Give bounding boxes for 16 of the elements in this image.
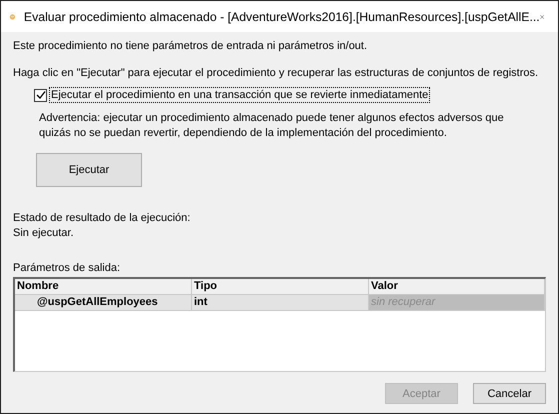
parameter-name-cell: @uspGetAllEmployees <box>15 295 192 311</box>
column-header[interactable]: Tipo <box>192 279 369 295</box>
warning-text: Advertencia: ejecutar un procedimiento almacenado puede tener algunos efectos adversos que quizás no se puedan revertir, dependiendo de la implementación del procedimiento. <box>39 111 505 141</box>
column-header[interactable]: Valor <box>369 279 545 295</box>
status-value: Sin ejecutar. <box>13 226 75 241</box>
output-parameters-label: Parámetros de salida: <box>13 261 121 275</box>
hint-text: Haga clic en "Ejecutar" para ejecutar el procedimiento y recuperar las estructuras de conjuntos de registros. <box>13 66 540 80</box>
checkbox-label[interactable]: Ejecutar el procedimiento en una transacción que se revierte inmediatamente <box>49 87 430 103</box>
info-text: Este procedimiento no tiene parámetros de entrada ni parámetros in/out. <box>13 39 368 53</box>
column-header[interactable]: Nombre <box>15 279 192 295</box>
cancel-button[interactable]: Cancelar <box>473 383 546 404</box>
status-label: Estado de resultado de la ejecución: <box>13 211 192 226</box>
execute-button[interactable]: Ejecutar <box>36 153 142 187</box>
window-title: Evaluar procedimiento almacenado - [AdventureWorks2016].[HumanResources].[uspGetAllE... <box>24 10 540 24</box>
checkbox[interactable] <box>34 88 47 102</box>
type-cell: int <box>192 295 369 311</box>
